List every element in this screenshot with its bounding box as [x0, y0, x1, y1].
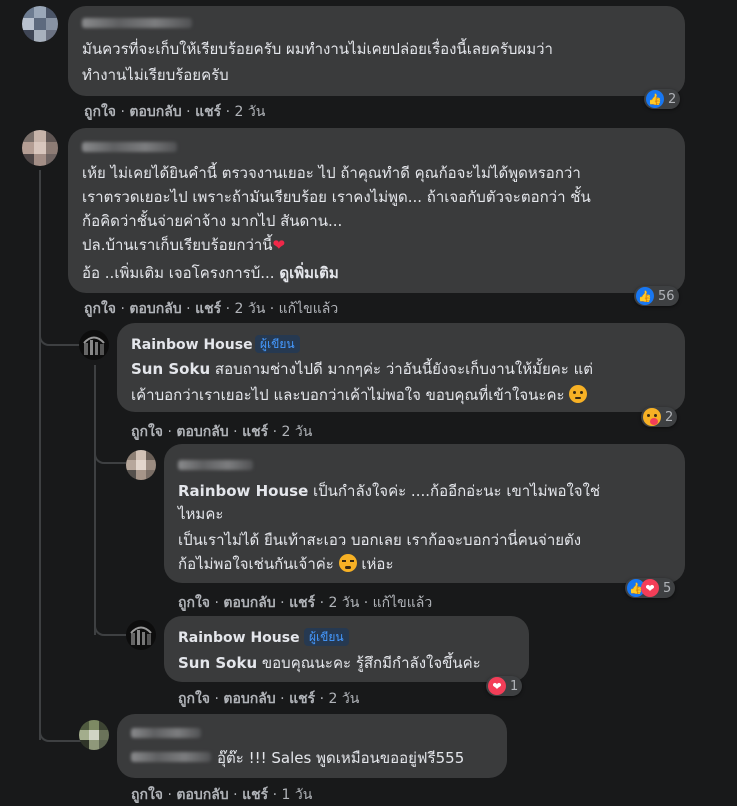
comment-text: Sun Soku ขอบคุณนะคะ รู้สึกมีกำลังใจขึ้นค… — [178, 654, 481, 672]
comment-text: ไหมคะ — [178, 505, 224, 523]
comment-text: เค้าบอกว่าเราเยอะไป และบอกว่าเค้าไม่พอใจ… — [131, 384, 588, 406]
comment-bubble: เห้ย ไม่เคยได้ยินคำนี้ ตรวจงานเยอะ ไป ถ้… — [68, 128, 685, 293]
reply-bubble: Rainbow House ผู้เขียน Sun Soku ขอบคุณนะ… — [164, 616, 529, 682]
thread-connector — [94, 440, 126, 464]
share-action[interactable]: แชร์ — [242, 424, 268, 440]
steam-face-emoji — [338, 554, 357, 572]
mention[interactable]: Sun Soku — [178, 654, 257, 672]
reply-action[interactable]: ตอบกลับ — [176, 787, 228, 803]
comment-actions: ถูกใจ · ตอบกลับ · แชร์ · 2 วัน — [178, 691, 360, 707]
reply-action[interactable]: ตอบกลับ — [223, 691, 275, 707]
comment-text: ก้อคิดว่าชั้นจ่ายค่าจ้าง มากไป สันดาน... — [82, 212, 343, 230]
comment-text: Rainbow House เป็นกำลังใจค่ะ ....ก้ออีกอ… — [178, 482, 601, 500]
like-icon: 👍 — [636, 287, 654, 305]
author-name-blurred[interactable] — [178, 460, 253, 470]
comment-text: เราตรวดเยอะไป เพราะถ้ามันเรียบร้อย เราคง… — [82, 188, 591, 206]
love-icon: ❤ — [641, 579, 659, 597]
comment-actions: ถูกใจ · ตอบกลับ · แชร์ · 2 วัน — [84, 104, 266, 120]
author-badge: ผู้เขียน — [304, 628, 349, 646]
share-action[interactable]: แชร์ — [289, 691, 315, 707]
reaction-count[interactable]: 👍 56 — [634, 286, 679, 306]
comment-text: อุ๊ต๊ะ !!! Sales พูดเหมือนขออยู่ฟรี555 — [217, 749, 465, 767]
like-icon: 👍 — [646, 90, 664, 108]
comment-text: เห้ย ไม่เคยได้ยินคำนี้ ตรวจงานเยอะ ไป ถ้… — [82, 164, 581, 182]
thread-connector — [39, 716, 81, 742]
timestamp[interactable]: 2 วัน — [234, 104, 265, 120]
timestamp[interactable]: 2 วัน — [281, 424, 312, 440]
mention-blurred[interactable] — [131, 752, 211, 762]
avatar[interactable] — [79, 720, 109, 750]
comment-text: ก้อไม่พอใจเช่นกันเจ้าค่ะ เห่อะ — [178, 554, 394, 573]
timestamp[interactable]: 2 วัน — [234, 301, 265, 317]
pleading-emoji — [569, 385, 588, 403]
author-name-blurred[interactable] — [82, 18, 192, 28]
author-name-blurred[interactable] — [82, 142, 177, 152]
reply-action[interactable]: ตอบกลับ — [176, 424, 228, 440]
timestamp[interactable]: 2 วัน — [328, 595, 359, 611]
like-action[interactable]: ถูกใจ — [84, 301, 116, 317]
author-name[interactable]: Rainbow House — [178, 630, 300, 646]
timestamp[interactable]: 2 วัน — [328, 691, 359, 707]
thread-line-main — [39, 170, 41, 740]
author-badge: ผู้เขียน — [255, 335, 300, 353]
reply-bubble: Rainbow House เป็นกำลังใจค่ะ ....ก้ออีกอ… — [164, 444, 685, 583]
avatar[interactable] — [22, 130, 58, 166]
reply-bubble: Rainbow House ผู้เขียน Sun Soku สอบถามช่… — [117, 323, 685, 412]
comment-bubble: มันควรที่จะเก็บให้เรียบร้อยครับ ผมทำงานไ… — [68, 6, 685, 96]
share-action[interactable]: แชร์ — [195, 104, 221, 120]
like-action[interactable]: ถูกใจ — [131, 787, 163, 803]
comment-actions: ถูกใจ · ตอบกลับ · แชร์ · 2 วัน · แก้ไขแล… — [84, 301, 339, 317]
love-icon: ❤ — [488, 677, 506, 695]
reply-action[interactable]: ตอบกลับ — [129, 301, 181, 317]
edited-label[interactable]: แก้ไขแล้ว — [279, 301, 339, 317]
share-action[interactable]: แชร์ — [242, 787, 268, 803]
comment-actions: ถูกใจ · ตอบกลับ · แชร์ · 2 วัน · แก้ไขแล… — [178, 595, 433, 611]
avatar[interactable] — [126, 620, 156, 650]
like-action[interactable]: ถูกใจ — [84, 104, 116, 120]
share-action[interactable]: แชร์ — [195, 301, 221, 317]
comment-actions: ถูกใจ · ตอบกลับ · แชร์ · 2 วัน — [131, 424, 313, 440]
reply-bubble: อุ๊ต๊ะ !!! Sales พูดเหมือนขออยู่ฟรี555 — [117, 714, 507, 778]
comment-actions: ถูกใจ · ตอบกลับ · แชร์ · 1 วัน — [131, 787, 313, 803]
thread-line-nested — [94, 365, 96, 635]
reaction-count[interactable]: 👍 ❤ 5 — [625, 578, 676, 598]
timestamp[interactable]: 1 วัน — [281, 787, 312, 803]
comment-text: เป็นเราไม่ได้ ยืนเท้าสะเอว บอกเลย เราก้อ… — [178, 531, 582, 549]
like-action[interactable]: ถูกใจ — [178, 595, 210, 611]
avatar[interactable] — [22, 6, 58, 42]
care-icon — [643, 408, 661, 426]
heart-emoji: ❤ — [272, 236, 286, 254]
reaction-count[interactable]: ❤ 1 — [486, 676, 523, 696]
avatar[interactable] — [126, 450, 156, 480]
comment-text: ทำงานไม่เรียบร้อยครับ — [82, 66, 229, 84]
reaction-count[interactable]: 2 — [641, 407, 678, 427]
mention[interactable]: Sun Soku — [131, 360, 210, 378]
see-more-link[interactable]: ดูเพิ่มเติม — [279, 264, 338, 282]
comment-text: Sun Soku สอบถามช่างไปดี มากๆค่ะ ว่าอันนี… — [131, 360, 594, 378]
share-action[interactable]: แชร์ — [289, 595, 315, 611]
avatar-image — [83, 336, 105, 355]
avatar[interactable] — [79, 330, 109, 360]
like-action[interactable]: ถูกใจ — [178, 691, 210, 707]
reaction-count[interactable]: 👍 2 — [644, 89, 681, 109]
comment-text: อ้อ ..เพิ่มเติม เจอโครงการบ้... ดูเพิ่มเ… — [82, 264, 339, 282]
avatar-image — [130, 626, 152, 645]
mention[interactable]: Rainbow House — [178, 482, 308, 500]
edited-label[interactable]: แก้ไขแล้ว — [373, 595, 433, 611]
reply-action[interactable]: ตอบกลับ — [223, 595, 275, 611]
comment-text: ปล.บ้านเราเก็บเรียบร้อยกว่านี้❤ — [82, 236, 286, 254]
author-name-blurred[interactable] — [131, 728, 201, 738]
author-name[interactable]: Rainbow House — [131, 337, 253, 353]
thread-connector — [39, 320, 81, 346]
reply-action[interactable]: ตอบกลับ — [129, 104, 181, 120]
like-action[interactable]: ถูกใจ — [131, 424, 163, 440]
thread-connector — [94, 612, 126, 636]
comment-text: มันควรที่จะเก็บให้เรียบร้อยครับ ผมทำงานไ… — [82, 40, 553, 58]
